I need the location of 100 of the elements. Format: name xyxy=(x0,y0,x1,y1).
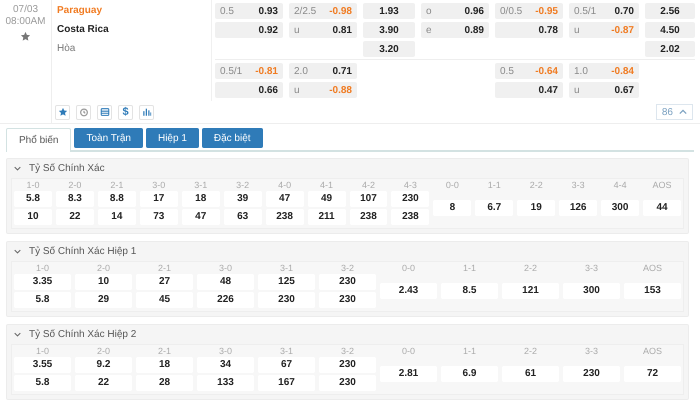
odds-button[interactable]: $ xyxy=(118,104,133,120)
clock-icon[interactable] xyxy=(76,104,91,120)
odds-cell[interactable]: 230 xyxy=(319,375,376,391)
odds-cell[interactable]: 47 xyxy=(182,209,220,225)
tab[interactable]: Phổ biến xyxy=(6,128,72,152)
odds-cell[interactable]: 45 xyxy=(136,292,193,308)
odds-cell[interactable]: 300 xyxy=(563,283,620,299)
score-label: 1-0 xyxy=(25,179,40,191)
odds-cell[interactable]: 5.8 xyxy=(14,292,71,308)
odds-cell[interactable]: 5.8 xyxy=(14,191,52,207)
odds-cell[interactable]: 49 xyxy=(308,191,346,207)
odds-cell[interactable]: 22 xyxy=(75,375,132,391)
odds-cell[interactable]: 238 xyxy=(350,209,388,225)
odds-cell[interactable]: 211 xyxy=(308,209,346,225)
odds-cell[interactable]: 22 xyxy=(56,209,94,225)
odds-cell[interactable]: 238 xyxy=(266,209,304,225)
odds-cell[interactable]: 125 xyxy=(258,274,315,290)
odds-cell[interactable]: 9.2 xyxy=(75,357,132,373)
odds-cell[interactable]: 27 xyxy=(136,274,193,290)
odds-cell[interactable]: 230 xyxy=(319,357,376,373)
odds-cell[interactable]: 8.3 xyxy=(56,191,94,207)
score-label: 4-3 xyxy=(402,179,418,191)
odds-cell[interactable]: 1.93 xyxy=(363,3,415,19)
odds-cell[interactable]: 230 xyxy=(258,292,315,308)
odds-cell[interactable]: 8.5 xyxy=(441,283,498,299)
odds-cell[interactable]: 14 xyxy=(98,209,136,225)
odds-cell[interactable]: 61 xyxy=(502,366,559,382)
odds-cell[interactable]: u 0.67 xyxy=(569,82,639,98)
odds-cell[interactable]: 5.8 xyxy=(14,375,71,391)
odds-cell[interactable]: 238 xyxy=(391,209,430,225)
odds-cell[interactable]: 44 xyxy=(643,200,681,216)
score-label: 1-0 xyxy=(34,345,50,357)
odds-cell[interactable]: 230 xyxy=(319,274,376,290)
odds-cell[interactable]: 6.9 xyxy=(441,366,498,382)
chevron-icon[interactable] xyxy=(14,249,21,254)
odds-cell[interactable]: 167 xyxy=(258,375,315,391)
market-title: Tỷ Số Chính Xác Hiệp 2 xyxy=(29,328,136,342)
odds-cell[interactable]: 19 xyxy=(517,200,556,216)
bar-chart-icon[interactable] xyxy=(139,104,154,120)
odds-cell[interactable]: 67 xyxy=(258,357,315,373)
odds-cell[interactable]: 3.55 xyxy=(14,357,71,373)
tab[interactable]: Đặc biệt xyxy=(202,128,263,148)
odds-cell[interactable]: 73 xyxy=(140,209,178,225)
chevron-icon[interactable] xyxy=(14,166,21,171)
odds-cell[interactable]: 0.92 xyxy=(215,22,283,38)
odds-cell[interactable]: 121 xyxy=(502,283,559,299)
odds-cell[interactable]: 2.43 xyxy=(380,283,437,299)
odds-cell[interactable]: 0.66 xyxy=(215,82,283,98)
odds-cell[interactable]: 8 xyxy=(433,200,472,216)
odds-cell[interactable]: 2.0 0.71 xyxy=(289,63,357,79)
score-label: 1-1 xyxy=(486,179,502,191)
odds-cell[interactable]: 48 xyxy=(197,274,254,290)
odds-cell[interactable]: 0.5 0.93 xyxy=(215,3,283,19)
odds-cell[interactable]: 63 xyxy=(224,209,262,225)
odds-cell[interactable]: 17 xyxy=(140,191,178,207)
odds-cell[interactable]: 2.56 xyxy=(645,3,695,19)
odds-cell[interactable]: 34 xyxy=(197,357,254,373)
odds-cell[interactable]: 10 xyxy=(14,209,52,225)
odds-cell[interactable]: 6.7 xyxy=(475,200,514,216)
odds-cell[interactable]: 29 xyxy=(75,292,132,308)
odds-cell[interactable]: 107 xyxy=(350,191,388,207)
chevron-icon[interactable] xyxy=(14,332,21,337)
odds-cell[interactable]: 0.78 xyxy=(495,22,563,38)
odds-cell[interactable]: 133 xyxy=(197,375,254,391)
score-label: 3-3 xyxy=(584,262,599,274)
odds-cell[interactable]: 0.47 xyxy=(495,82,563,98)
odds-cell[interactable]: 3.20 xyxy=(363,41,415,57)
odds-cell[interactable]: 2.02 xyxy=(645,41,695,57)
odds-cell[interactable]: 3.90 xyxy=(363,22,415,38)
list-icon[interactable] xyxy=(97,104,112,120)
odds-cell[interactable]: e 0.89 xyxy=(421,22,489,38)
odds-cell[interactable]: 126 xyxy=(559,200,598,216)
odds-cell[interactable]: 230 xyxy=(319,292,376,308)
odds-cell[interactable]: 230 xyxy=(563,366,620,382)
chevron-up-icon xyxy=(679,109,687,116)
odds-cell[interactable]: 39 xyxy=(224,191,262,207)
odds-cell[interactable]: 28 xyxy=(136,375,193,391)
score-label: 0-0 xyxy=(444,179,460,191)
tab[interactable]: Toàn Trận xyxy=(74,128,143,148)
odds-cell[interactable]: 2.81 xyxy=(380,366,437,382)
odds-cell[interactable]: 4.50 xyxy=(645,22,695,38)
odds-cell[interactable]: 18 xyxy=(182,191,220,207)
odds-cell[interactable]: 10 xyxy=(75,274,132,290)
score-label: 3-2 xyxy=(340,345,355,357)
odds-cell[interactable]: 226 xyxy=(197,292,254,308)
odds-cell[interactable]: 300 xyxy=(601,200,640,216)
match-time: 08:00AM xyxy=(5,16,46,28)
odds-cell[interactable]: 47 xyxy=(266,191,304,207)
tab[interactable]: Hiệp 1 xyxy=(146,128,199,148)
odds-cell[interactable]: u 0.81 xyxy=(289,22,357,38)
odds-cell[interactable]: 0.5/1 0.70 xyxy=(569,3,639,19)
odds-cell[interactable]: 230 xyxy=(391,191,430,207)
odds-cell[interactable]: 18 xyxy=(136,357,193,373)
odds-cell[interactable]: 153 xyxy=(624,283,681,299)
odds-cell[interactable]: 3.35 xyxy=(14,274,71,290)
favorite-star-icon[interactable] xyxy=(20,31,31,42)
score-label: 3-1 xyxy=(278,345,294,357)
odds-cell[interactable]: 8.8 xyxy=(98,191,136,207)
odds-cell[interactable]: 72 xyxy=(624,366,681,382)
odds-cell[interactable]: o 0.96 xyxy=(421,3,489,19)
